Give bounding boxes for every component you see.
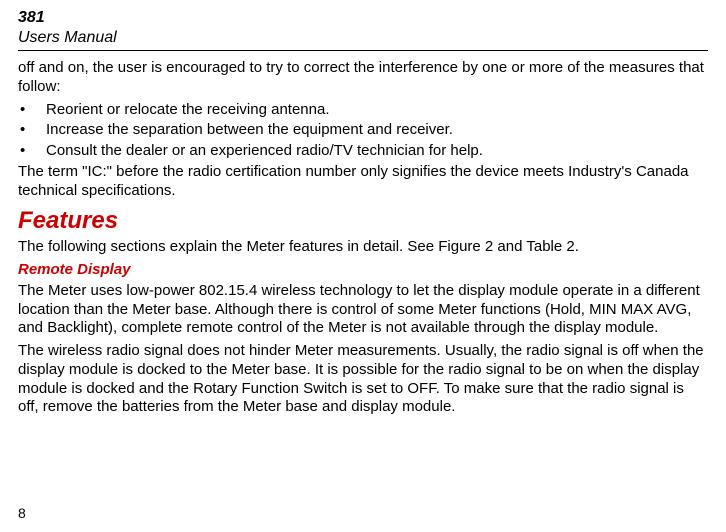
header-subtitle: Users Manual xyxy=(18,28,708,51)
header-model: 381 xyxy=(18,8,708,28)
features-heading: Features xyxy=(18,206,708,236)
remote-p2: The wireless radio signal does not hinde… xyxy=(18,342,708,417)
features-intro: The following sections explain the Meter… xyxy=(18,238,708,257)
remote-p1: The Meter uses low-power 802.15.4 wirele… xyxy=(18,282,708,338)
list-item: Reorient or relocate the receiving anten… xyxy=(18,101,708,120)
intro-bullet-list: Reorient or relocate the receiving anten… xyxy=(18,101,708,161)
list-item: Consult the dealer or an experienced rad… xyxy=(18,142,708,161)
list-item: Increase the separation between the equi… xyxy=(18,121,708,140)
page-number: 8 xyxy=(18,505,26,523)
ic-note: The term "IC:" before the radio certific… xyxy=(18,163,708,201)
intro-lead: off and on, the user is encouraged to tr… xyxy=(18,59,708,97)
remote-display-heading: Remote Display xyxy=(18,261,708,280)
